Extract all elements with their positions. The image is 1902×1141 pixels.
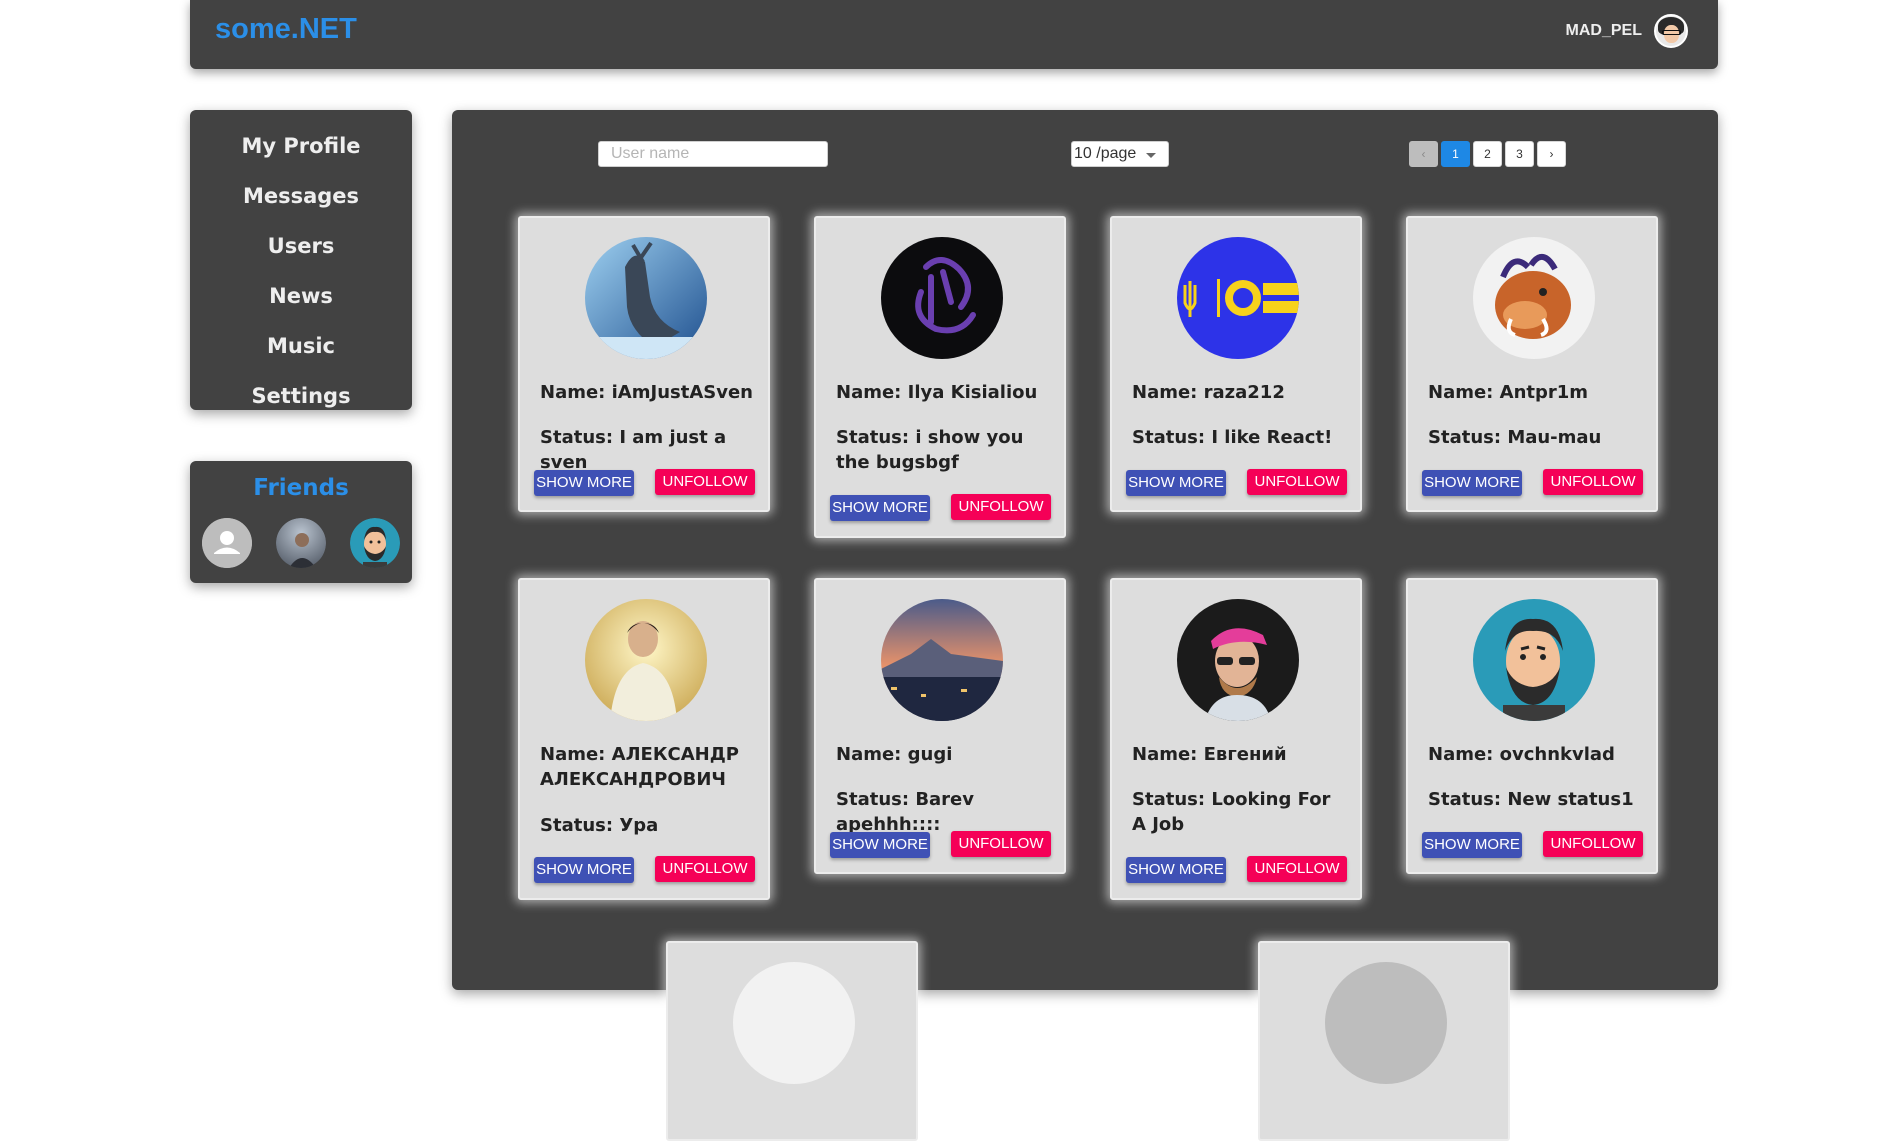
user-card: Name: Antpr1m Status: Mau-mau SHOW MORE … <box>1406 216 1658 512</box>
user-card <box>666 941 918 1141</box>
nav-item-news[interactable]: News <box>190 271 412 321</box>
users-panel: 10 /page ‹ 1 2 3 › Name: iAmJustASven St… <box>452 110 1718 1141</box>
user-name: Name: iAmJustASven <box>540 382 753 403</box>
pager-page-3[interactable]: 3 <box>1505 141 1534 167</box>
page-size-select[interactable]: 10 /page <box>1071 141 1169 167</box>
pager-page-2[interactable]: 2 <box>1473 141 1502 167</box>
user-status: Status: i show you the bugsbgf <box>836 427 1024 473</box>
friend-avatar-default[interactable] <box>202 518 252 568</box>
bearded-man-cartoon-icon <box>350 518 400 568</box>
user-name: Name: raza212 <box>1132 382 1285 403</box>
man-pink-cap-icon <box>1177 599 1299 721</box>
user-card <box>1258 941 1510 1141</box>
user-name: Name: Евгений <box>1132 744 1287 765</box>
user-card: Name: iAmJustASven Status: I am just a s… <box>518 216 770 512</box>
user-avatar-pink-cap[interactable] <box>1177 599 1299 721</box>
user-name: Name: Antpr1m <box>1428 382 1589 403</box>
friends-panel: Friends <box>190 461 412 583</box>
show-more-button[interactable]: SHOW MORE <box>830 832 930 858</box>
show-more-button[interactable]: SHOW MORE <box>1422 832 1522 858</box>
show-more-button[interactable]: SHOW MORE <box>534 470 634 496</box>
nav-item-my-profile[interactable]: My Profile <box>190 121 412 171</box>
page-size-value: 10 /page <box>1074 145 1137 162</box>
purple-logo-icon <box>881 237 1003 359</box>
username[interactable]: MAD_PEL <box>1566 22 1642 40</box>
user-status: Status: Barev apehhh:::: <box>836 789 974 835</box>
reindeer-icon <box>585 237 707 359</box>
warthog-cartoon-icon <box>1473 237 1595 359</box>
nav-item-settings[interactable]: Settings <box>190 371 412 421</box>
user-name: Name: ovchnkvlad <box>1428 744 1615 765</box>
friend-avatar-photo[interactable] <box>276 518 326 568</box>
nav-item-messages[interactable]: Messages <box>190 171 412 221</box>
unfollow-button[interactable]: UNFOLLOW <box>1247 469 1347 495</box>
user-avatar-trident-logo[interactable] <box>1177 237 1299 359</box>
user-avatar-bearded-cartoon[interactable] <box>1473 599 1595 721</box>
blue-trident-logo-icon <box>1177 237 1299 359</box>
user-status: Status: New status1 <box>1428 789 1634 810</box>
user-status: Status: I like React! <box>1132 427 1333 448</box>
user-avatar[interactable] <box>1654 14 1688 48</box>
user-status: Status: I am just a sven <box>540 427 727 473</box>
user-card: Name: Ilya Kisialiou Status: i show you … <box>814 216 1066 538</box>
caret-down-icon <box>1146 153 1156 158</box>
user-status: Status: Mau-mau <box>1428 427 1602 448</box>
user-search-input[interactable] <box>598 141 828 167</box>
unfollow-button[interactable]: UNFOLLOW <box>951 494 1051 520</box>
friends-list <box>202 518 400 568</box>
pager-page-1[interactable]: 1 <box>1441 141 1470 167</box>
user-card: Name: gugi Status: Barev apehhh:::: SHOW… <box>814 578 1066 874</box>
friends-title: Friends <box>253 475 349 501</box>
pager-prev-button[interactable]: ‹ <box>1409 141 1438 167</box>
pager-next-button[interactable]: › <box>1537 141 1566 167</box>
show-more-button[interactable]: SHOW MORE <box>830 495 930 521</box>
nav-item-users[interactable]: Users <box>190 221 412 271</box>
user-card: Name: АЛЕКСАНДР АЛЕКСАНДРОВИЧ Status: Ур… <box>518 578 770 900</box>
show-more-button[interactable]: SHOW MORE <box>534 857 634 883</box>
user-card: Name: raza212 Status: I like React! SHOW… <box>1110 216 1362 512</box>
user-status: Status: Looking For A Job <box>1132 789 1331 835</box>
unfollow-button[interactable]: UNFOLLOW <box>951 831 1051 857</box>
user-area[interactable]: MAD_PEL <box>1566 14 1688 48</box>
sidebar-nav: My Profile Messages Users News Music Set… <box>190 110 412 410</box>
pagination: ‹ 1 2 3 › <box>1409 141 1566 167</box>
default-user-icon <box>202 518 252 568</box>
user-card: Name: Евгений Status: Looking For A Job … <box>1110 578 1362 900</box>
show-more-button[interactable]: SHOW MORE <box>1126 857 1226 883</box>
friend-avatar-cartoon[interactable] <box>350 518 400 568</box>
unfollow-button[interactable]: UNFOLLOW <box>1543 469 1643 495</box>
user-avatar-mountain[interactable] <box>881 599 1003 721</box>
show-more-button[interactable]: SHOW MORE <box>1126 470 1226 496</box>
user-avatar-placeholder[interactable] <box>1325 962 1447 1084</box>
user-card: Name: ovchnkvlad Status: New status1 SHO… <box>1406 578 1658 874</box>
user-avatar-placeholder[interactable] <box>733 962 855 1084</box>
unfollow-button[interactable]: UNFOLLOW <box>655 469 755 495</box>
app-header: some.NET MAD_PEL <box>190 0 1718 69</box>
show-more-button[interactable]: SHOW MORE <box>1422 470 1522 496</box>
unfollow-button[interactable]: UNFOLLOW <box>1543 831 1643 857</box>
user-name: Name: Ilya Kisialiou <box>836 382 1038 403</box>
man-photo-icon <box>276 518 326 568</box>
nav-item-music[interactable]: Music <box>190 321 412 371</box>
young-man-photo-icon <box>585 599 707 721</box>
unfollow-button[interactable]: UNFOLLOW <box>655 856 755 882</box>
user-avatar-purple-logo[interactable] <box>881 237 1003 359</box>
user-avatar-warthog[interactable] <box>1473 237 1595 359</box>
bearded-man-cartoon-icon <box>1473 599 1595 721</box>
user-name: Name: gugi <box>836 744 953 765</box>
user-name: Name: АЛЕКСАНДР АЛЕКСАНДРОВИЧ <box>540 744 739 790</box>
user-status: Status: Ура <box>540 815 659 836</box>
app-logo[interactable]: some.NET <box>215 13 357 46</box>
user-avatar-reindeer[interactable] <box>585 237 707 359</box>
unfollow-button[interactable]: UNFOLLOW <box>1247 856 1347 882</box>
mountain-city-icon <box>881 599 1003 721</box>
user-avatar-young-man[interactable] <box>585 599 707 721</box>
